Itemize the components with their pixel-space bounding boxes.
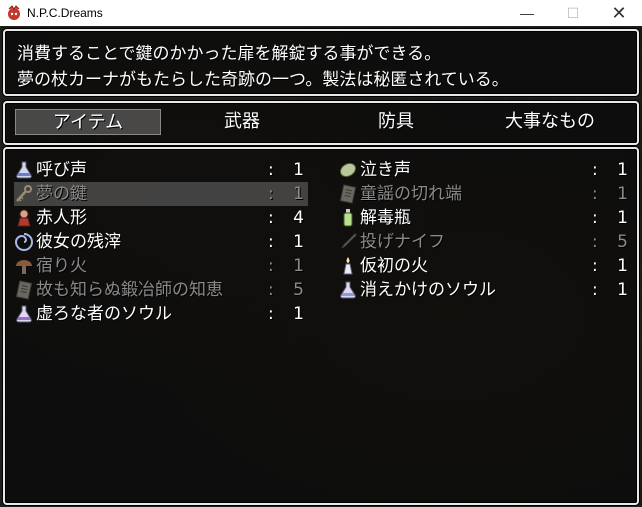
tab-key-items[interactable]: 大事なもの [477,109,623,135]
item-slot[interactable]: 彼女の残滓 : 1 [14,230,308,254]
item-name: 仮初の火 [360,256,428,276]
flask-icon [340,281,356,299]
item-slot-selected[interactable]: 夢の鍵 : 1 [14,182,308,206]
flask-icon [16,305,32,323]
item-separator: : [592,256,598,276]
item-separator: : [268,280,274,300]
item-separator: : [268,160,274,180]
item-separator: : [592,280,598,300]
tab-weapons[interactable]: 武器 [169,109,315,135]
item-separator: : [268,304,274,324]
maximize-button[interactable]: ☐ [550,0,596,26]
bottle-icon [343,209,353,227]
key-icon [16,185,32,202]
game-viewport: 消費することで鍵のかかった扉を解錠する事ができる。 夢の杖カーナがもたらした奇跡… [0,26,642,507]
item-name: 童謡の切れ端 [360,184,462,204]
scroll-icon [15,280,33,300]
item-quantity: 5 [617,232,628,252]
item-name: 消えかけのソウル [360,280,496,300]
category-window: アイテム 武器 防具 大事なもの [3,101,639,145]
app-logo-icon [8,5,20,20]
item-separator: : [592,184,598,204]
help-text-line-2: 夢の杖カーナがもたらした奇跡の一つ。製法は秘匿されている。 [17,70,509,90]
item-quantity: 1 [617,208,628,228]
item-separator: : [592,232,598,252]
window-title: N.P.C.Dreams [27,6,103,20]
scroll-icon [339,184,357,204]
item-name: 泣き声 [360,160,411,180]
swirl-icon [14,233,33,251]
item-quantity: 1 [293,256,304,276]
knife-icon [341,233,357,249]
item-slot[interactable]: 呼び声 : 1 [14,158,308,182]
item-quantity: 5 [293,280,304,300]
item-slot[interactable]: 虚ろな者のソウル : 1 [14,302,308,326]
item-separator: : [592,160,598,180]
item-slot[interactable]: 宿り火 : 1 [14,254,308,278]
item-name: 虚ろな者のソウル [36,304,172,324]
item-quantity: 1 [293,184,304,204]
help-window: 消費することで鍵のかかった扉を解錠する事ができる。 夢の杖カーナがもたらした奇跡… [3,29,639,96]
item-separator: : [268,232,274,252]
item-name: 宿り火 [36,256,87,276]
close-button[interactable]: ✕ [596,0,642,26]
item-quantity: 1 [293,232,304,252]
item-separator: : [592,208,598,228]
item-quantity: 1 [617,280,628,300]
item-slot[interactable]: 童謡の切れ端 : 1 [338,182,632,206]
item-slot[interactable]: 仮初の火 : 1 [338,254,632,278]
flask-icon [16,161,32,179]
seed-icon [339,162,357,178]
item-separator: : [268,256,274,276]
item-name: 彼女の残滓 [36,232,121,252]
item-quantity: 1 [293,304,304,324]
item-slot[interactable]: 消えかけのソウル : 1 [338,278,632,302]
item-slot[interactable]: 赤人形 : 4 [14,206,308,230]
item-name: 呼び声 [36,160,87,180]
mushroom-icon [16,260,32,274]
item-name: 赤人形 [36,208,87,228]
help-text-line-1: 消費することで鍵のかかった扉を解錠する事ができる。 [17,44,442,64]
item-quantity: 1 [617,160,628,180]
item-slot[interactable]: 故も知らぬ鍛冶師の知恵 : 5 [14,278,308,302]
item-name: 投げナイフ [360,232,445,252]
item-slot[interactable]: 投げナイフ : 5 [338,230,632,254]
doll-icon [17,209,31,227]
minimize-button[interactable]: — [504,0,550,26]
item-name: 解毒瓶 [360,208,411,228]
title-bar: N.P.C.Dreams — ☐ ✕ [0,0,642,26]
item-quantity: 1 [293,160,304,180]
item-separator: : [268,184,274,204]
item-separator: : [268,208,274,228]
tab-items[interactable]: アイテム [15,109,161,135]
item-list-window: 呼び声 : 1 夢の鍵 : 1 赤人形 : 4 彼女の残滓 : 1 宿り火 : … [3,147,639,505]
item-name: 故も知らぬ鍛冶師の知恵 [36,280,223,300]
tab-armor[interactable]: 防具 [323,109,469,135]
item-quantity: 1 [617,184,628,204]
item-quantity: 1 [617,256,628,276]
candle-icon [343,257,353,275]
item-name: 夢の鍵 [36,184,87,204]
item-quantity: 4 [293,208,304,228]
item-slot[interactable]: 解毒瓶 : 1 [338,206,632,230]
item-slot[interactable]: 泣き声 : 1 [338,158,632,182]
